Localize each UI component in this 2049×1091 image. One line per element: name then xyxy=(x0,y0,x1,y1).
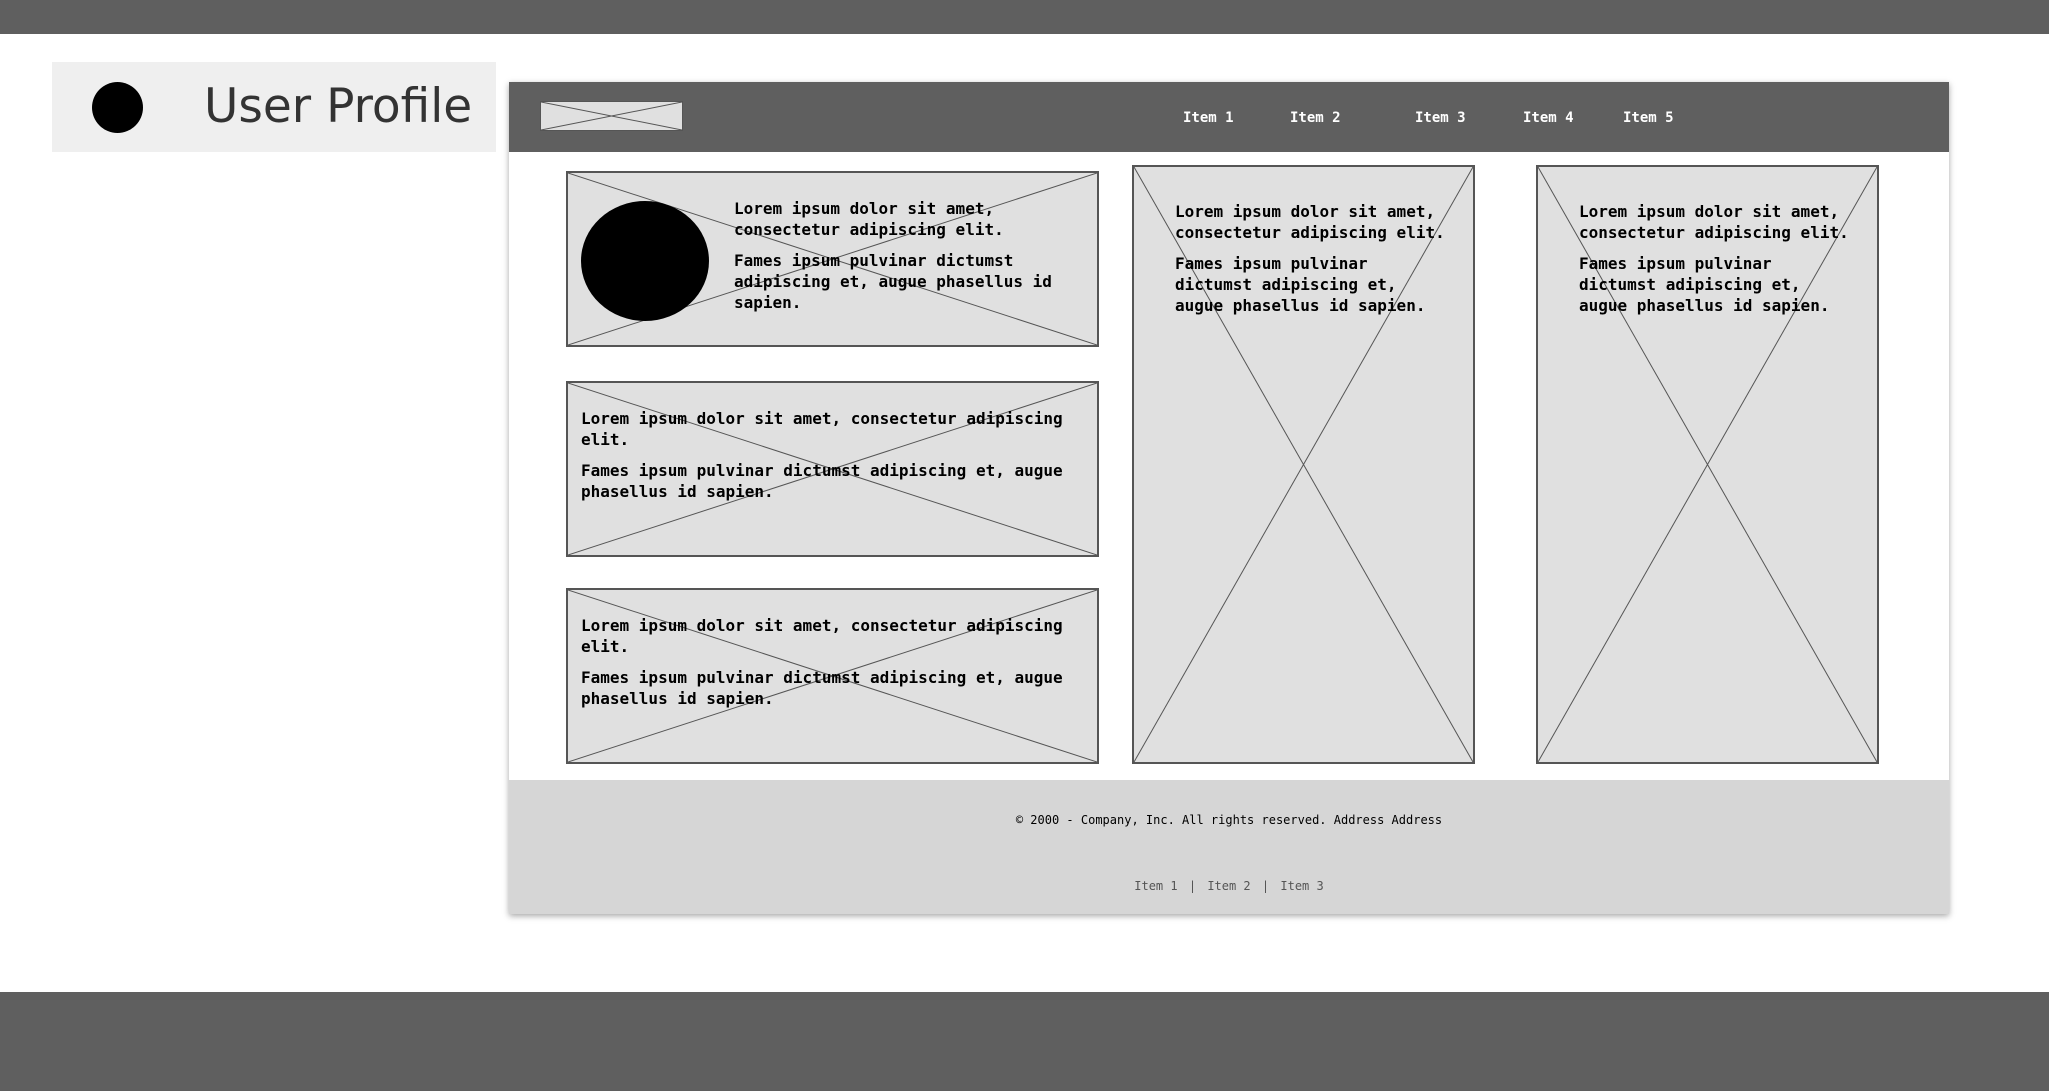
footer-separator: | xyxy=(1188,879,1197,893)
bottom-bar xyxy=(0,992,2049,1091)
card-paragraph: Fames ipsum pulvinar dictumst adipiscing… xyxy=(1579,254,1830,315)
footer-separator: | xyxy=(1261,879,1270,893)
top-bar xyxy=(0,0,2049,34)
card-paragraph: Lorem ipsum dolor sit amet, consectetur … xyxy=(581,616,1063,656)
card-text: Lorem ipsum dolor sit amet, consectetur … xyxy=(1579,201,1849,326)
placeholder-cross-icon xyxy=(541,102,682,130)
profile-header: User Profile xyxy=(52,62,496,152)
card-paragraph: Lorem ipsum dolor sit amet, consectetur … xyxy=(1579,202,1849,242)
avatar xyxy=(581,201,709,321)
footer-link-1[interactable]: Item 1 xyxy=(1134,879,1177,893)
nav-item-5[interactable]: Item 5 xyxy=(1623,110,1674,126)
card-paragraph: Fames ipsum pulvinar dictumst adipiscing… xyxy=(1175,254,1426,315)
card-text: Lorem ipsum dolor sit amet, consectetur … xyxy=(1175,201,1445,326)
card-text: Lorem ipsum dolor sit amet, consectetur … xyxy=(581,615,1071,719)
card-paragraph: Lorem ipsum dolor sit amet, consectetur … xyxy=(581,409,1063,449)
nav-item-1[interactable]: Item 1 xyxy=(1183,110,1234,126)
avatar xyxy=(92,82,143,133)
footer-nav: Item 1 | Item 2 | Item 3 xyxy=(509,879,1949,893)
footer-link-2[interactable]: Item 2 xyxy=(1207,879,1250,893)
content-card: Lorem ipsum dolor sit amet, consectetur … xyxy=(566,588,1099,764)
content-card: Lorem ipsum dolor sit amet, consectetur … xyxy=(566,381,1099,557)
copyright-text: © 2000 - Company, Inc. All rights reserv… xyxy=(1015,813,1443,827)
logo-image-placeholder[interactable] xyxy=(540,101,683,131)
wireframe-page: Item 1 Item 2 Item 3 Item 4 Item 5 Lorem… xyxy=(509,82,1949,914)
tall-card: Lorem ipsum dolor sit amet, consectetur … xyxy=(1132,165,1475,764)
tall-card: Lorem ipsum dolor sit amet, consectetur … xyxy=(1536,165,1879,764)
card-paragraph: Fames ipsum pulvinar dictumst adipiscing… xyxy=(734,251,1052,312)
page-title: User Profile xyxy=(204,79,473,134)
navbar: Item 1 Item 2 Item 3 Item 4 Item 5 xyxy=(509,82,1949,152)
card-paragraph: Fames ipsum pulvinar dictumst adipiscing… xyxy=(581,668,1063,708)
card-paragraph: Lorem ipsum dolor sit amet, consectetur … xyxy=(1175,202,1445,242)
card-text: Lorem ipsum dolor sit amet, consectetur … xyxy=(581,408,1071,512)
card-text: Lorem ipsum dolor sit amet, consectetur … xyxy=(734,198,1054,323)
profile-card: Lorem ipsum dolor sit amet, consectetur … xyxy=(566,171,1099,347)
card-paragraph: Fames ipsum pulvinar dictumst adipiscing… xyxy=(581,461,1063,501)
nav-item-3[interactable]: Item 3 xyxy=(1415,110,1466,126)
nav-item-4[interactable]: Item 4 xyxy=(1523,110,1574,126)
footer-link-3[interactable]: Item 3 xyxy=(1280,879,1323,893)
card-paragraph: Lorem ipsum dolor sit amet, consectetur … xyxy=(734,199,1004,239)
nav-item-2[interactable]: Item 2 xyxy=(1290,110,1341,126)
footer: © 2000 - Company, Inc. All rights reserv… xyxy=(509,780,1949,914)
